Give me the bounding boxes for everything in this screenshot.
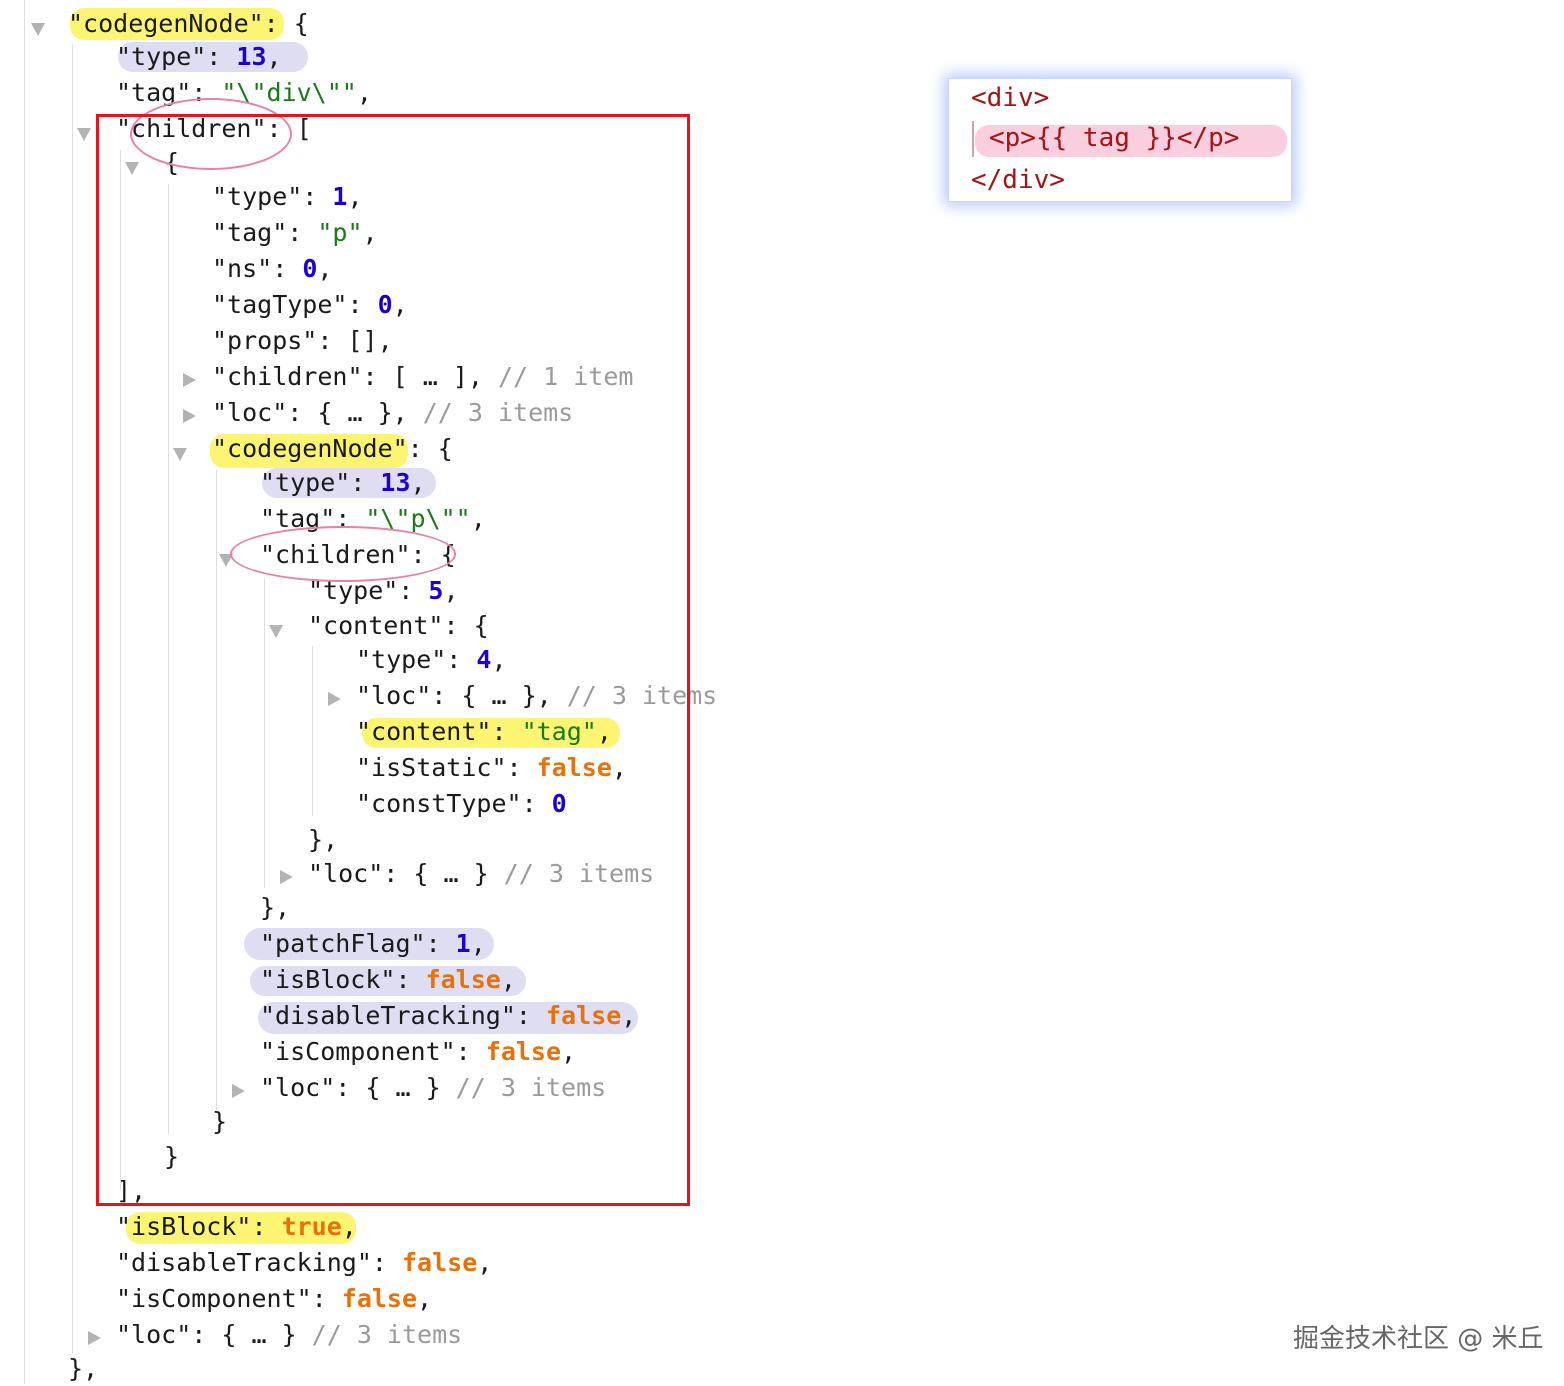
json-punctuation: { … } — [221, 1320, 312, 1349]
json-punctuation: , — [417, 1284, 433, 1313]
template-snippet-panel: <div> <p>{{ tag }}</p> </div> — [948, 78, 1292, 202]
json-punctuation: }, — [68, 1354, 99, 1383]
json-key: "codegenNode": — [68, 9, 294, 38]
json-key: "type": — [116, 42, 237, 71]
json-key: "isComponent": — [116, 1284, 342, 1313]
template-line-p: <p>{{ tag }}</p> — [989, 123, 1240, 153]
expand-arrow-open-icon[interactable] — [31, 23, 45, 36]
json-line: "loc": { … } // 3 items — [116, 1318, 462, 1352]
json-punctuation: , — [477, 1248, 493, 1277]
json-line: "disableTracking": false, — [116, 1246, 492, 1280]
json-boolean-value: false — [401, 1248, 478, 1277]
watermark: 掘金技术社区 @ 米丘 — [1293, 1324, 1544, 1354]
json-key: "loc": — [116, 1320, 222, 1349]
template-indent-bar — [972, 121, 974, 157]
json-number-value: 13 — [236, 42, 267, 71]
json-line: "type": 13, — [116, 40, 282, 74]
json-line: }, — [68, 1352, 98, 1386]
json-boolean-value: false — [341, 1284, 418, 1313]
json-punctuation: , — [341, 1212, 357, 1241]
indent-guide — [72, 44, 73, 1354]
json-punctuation: , — [356, 78, 372, 107]
json-punctuation: { — [293, 9, 309, 38]
json-key: "disableTracking": — [116, 1248, 402, 1277]
template-line-div-open: <div> — [971, 83, 1050, 113]
json-line: "isComponent": false, — [116, 1282, 432, 1316]
annotation-red-box — [96, 114, 690, 1206]
template-line-div-close: </div> — [971, 165, 1065, 195]
indent-guide — [24, 0, 25, 1384]
json-boolean-value: true — [281, 1212, 342, 1241]
json-key: "isBlock": — [116, 1212, 282, 1241]
json-line: "codegenNode": { — [68, 7, 309, 41]
json-punctuation: , — [266, 42, 282, 71]
expand-arrow-open-icon[interactable] — [77, 128, 91, 141]
json-comment: // 3 items — [311, 1320, 463, 1349]
expand-arrow-closed-icon[interactable] — [88, 1331, 101, 1345]
json-line: "isBlock": true, — [116, 1210, 357, 1244]
